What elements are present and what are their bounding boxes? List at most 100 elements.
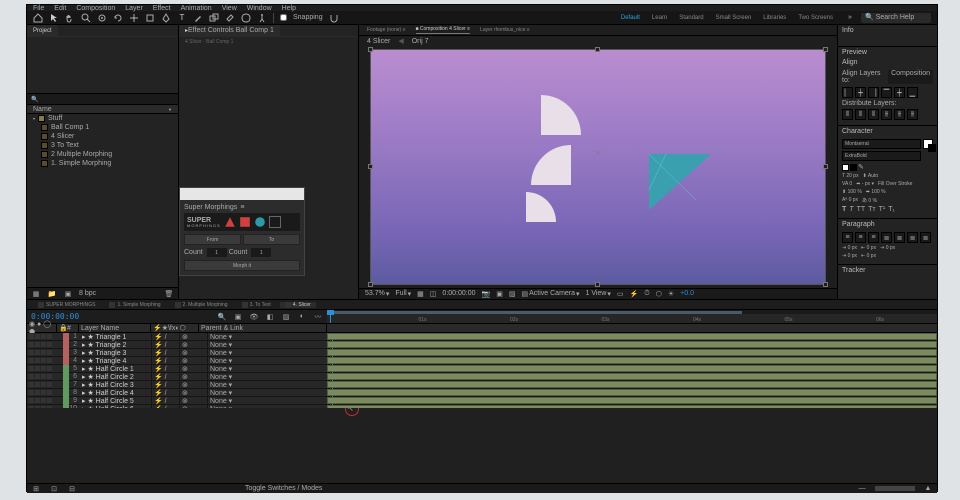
layer-parent-pick[interactable]: ⊚ xyxy=(179,357,207,365)
project-new-folder-icon[interactable]: 📁 xyxy=(47,289,57,299)
viewer-subnext[interactable]: Orij 7 xyxy=(412,38,429,45)
toggle-switches-modes[interactable]: Toggle Switches / Modes xyxy=(245,485,322,492)
layer-clip[interactable] xyxy=(327,333,937,340)
eyedropper-white[interactable] xyxy=(842,164,849,171)
layer-name[interactable]: ▸ ★ Half Circle 2 xyxy=(79,373,151,381)
count-to-input[interactable] xyxy=(251,248,271,257)
project-name-header[interactable]: Name ▼ xyxy=(27,105,178,114)
layer-name[interactable]: ▸ ★ Half Circle 3 xyxy=(79,381,151,389)
layer-parent-pick[interactable]: ⊚ xyxy=(179,333,207,341)
viewer-tab[interactable]: ■ Composition 4 Slicer ≡ xyxy=(416,26,471,34)
layer-parent-pick[interactable]: ⊚ xyxy=(179,349,207,357)
smallcaps-icon[interactable]: Tᴛ xyxy=(868,206,875,213)
workspace-libraries[interactable]: Libraries xyxy=(757,14,792,22)
timeline-tab[interactable]: 4. Slicer xyxy=(280,302,316,308)
layer-parent-dropdown[interactable]: None ▾ xyxy=(207,349,235,357)
exposure-icon[interactable]: ☀ xyxy=(668,290,674,298)
tl-shy-icon[interactable]: 👁 xyxy=(249,312,259,322)
tl-switches-icon[interactable]: ⊡ xyxy=(49,484,59,494)
layer-parent-dropdown[interactable]: None ▾ xyxy=(207,341,235,349)
exposure-value[interactable]: +0.0 xyxy=(680,290,694,297)
align-left-icon[interactable]: ▏ xyxy=(842,87,853,98)
viewer-tab[interactable]: Footage (none) ≡ xyxy=(367,27,406,33)
para-align-center-icon[interactable]: ≡ xyxy=(855,232,866,243)
layer-parent-pick[interactable]: ⊚ xyxy=(179,397,207,405)
from-button[interactable]: From xyxy=(184,234,241,245)
tl-draft3d-icon[interactable]: ◧ xyxy=(265,312,275,322)
allcaps-icon[interactable]: TT xyxy=(857,206,866,213)
menu-effect[interactable]: Effect xyxy=(153,5,171,12)
layer-name[interactable]: ▸ ★ Triangle 4 xyxy=(79,357,151,365)
handle-tl[interactable] xyxy=(368,47,373,52)
visibility-toggle[interactable] xyxy=(29,382,34,387)
character-panel-title[interactable]: Character xyxy=(838,126,937,136)
brush-tool-icon[interactable] xyxy=(193,13,203,23)
super-morphings-titlebar[interactable] xyxy=(180,188,304,200)
visibility-toggle[interactable] xyxy=(29,350,34,355)
tl-modes-icon[interactable]: ⊟ xyxy=(67,484,77,494)
visibility-toggle[interactable] xyxy=(29,366,34,371)
tl-comp-icon[interactable]: ▣ xyxy=(233,312,243,322)
puppet-tool-icon[interactable] xyxy=(257,13,267,23)
align-panel-title[interactable]: Align xyxy=(838,57,937,67)
layer-clip[interactable] xyxy=(327,373,937,380)
handle-br[interactable] xyxy=(823,282,828,287)
distribute-left-icon[interactable]: ⫵ xyxy=(881,109,892,120)
layer-parent-dropdown[interactable]: None ▾ xyxy=(207,333,235,341)
align-top-icon[interactable]: ▔ xyxy=(881,87,892,98)
tl-expand-icon[interactable]: ⊞ xyxy=(31,484,41,494)
handle-tr[interactable] xyxy=(823,47,828,52)
asset-item[interactable]: 2 Multiple Morphing xyxy=(27,150,178,159)
to-button[interactable]: To xyxy=(243,234,300,245)
asset-item[interactable]: 1. Simple Morphing xyxy=(27,159,178,168)
fast-preview-icon[interactable]: ⚡ xyxy=(630,290,639,298)
visibility-toggle[interactable] xyxy=(29,398,34,403)
timeline-ruler[interactable]: 01s02s03s04s05s06s xyxy=(327,310,937,323)
align-to-dropdown[interactable]: Composition xyxy=(888,70,933,84)
workspace-default[interactable]: Default xyxy=(615,14,646,22)
layer-clip[interactable] xyxy=(327,381,937,388)
home-icon[interactable] xyxy=(33,13,43,23)
viewer-zoom[interactable]: 53.7% ▾ xyxy=(365,290,389,298)
snap-magnet-icon[interactable] xyxy=(329,13,339,23)
layer-parent-pick[interactable]: ⊚ xyxy=(179,341,207,349)
para-align-left-icon[interactable]: ≡ xyxy=(842,232,853,243)
visibility-toggle[interactable] xyxy=(29,374,34,379)
snapping-checkbox[interactable] xyxy=(280,14,287,21)
fill-swatch[interactable] xyxy=(923,139,933,149)
align-bottom-icon[interactable]: ▁ xyxy=(907,87,918,98)
layer-name[interactable]: ▸ ★ Half Circle 5 xyxy=(79,397,151,405)
handle-mr[interactable] xyxy=(823,164,828,169)
distribute-right-icon[interactable]: ⫵ xyxy=(907,109,918,120)
menu-file[interactable]: File xyxy=(33,5,44,12)
align-right-icon[interactable]: ▕ xyxy=(868,87,879,98)
eyedropper-black[interactable] xyxy=(850,164,857,171)
align-hcenter-icon[interactable]: ┿ xyxy=(855,87,866,98)
hand-tool-icon[interactable] xyxy=(65,13,75,23)
project-new-comp-icon[interactable]: ▣ xyxy=(63,289,73,299)
visibility-toggle[interactable] xyxy=(29,390,34,395)
para-justify-left-icon[interactable]: ≣ xyxy=(881,232,892,243)
workspace-two-screens[interactable]: Two Screens xyxy=(792,14,839,22)
project-interpret-icon[interactable]: ▦ xyxy=(31,289,41,299)
menu-edit[interactable]: Edit xyxy=(54,5,66,12)
eyedropper-icon[interactable]: ✎ xyxy=(858,163,864,171)
layer-clip[interactable] xyxy=(327,357,937,364)
menu-view[interactable]: View xyxy=(222,5,237,12)
layer-name[interactable]: ▸ ★ Triangle 3 xyxy=(79,349,151,357)
menu-layer[interactable]: Layer xyxy=(125,5,143,12)
distribute-hcenter-icon[interactable]: ⫵ xyxy=(894,109,905,120)
font-family-dropdown[interactable] xyxy=(842,139,921,149)
layer-parent-dropdown[interactable]: None ▾ xyxy=(207,397,235,405)
eraser-tool-icon[interactable] xyxy=(225,13,235,23)
anchor-tool-icon[interactable] xyxy=(129,13,139,23)
workspace-menu-icon[interactable]: » xyxy=(845,13,855,23)
transparency-toggle-icon[interactable]: ▨ xyxy=(509,290,516,298)
handle-tm[interactable] xyxy=(595,47,600,52)
viewer-subtab[interactable]: 4 Slicer xyxy=(367,38,390,45)
paragraph-panel-title[interactable]: Paragraph xyxy=(838,219,937,229)
layer-parent-dropdown[interactable]: None ▾ xyxy=(207,373,235,381)
timeline-icon[interactable]: ⏱ xyxy=(644,290,649,298)
asset-item[interactable]: 3 To Text xyxy=(27,141,178,150)
dropdown-icon[interactable]: ▼ xyxy=(168,107,172,112)
